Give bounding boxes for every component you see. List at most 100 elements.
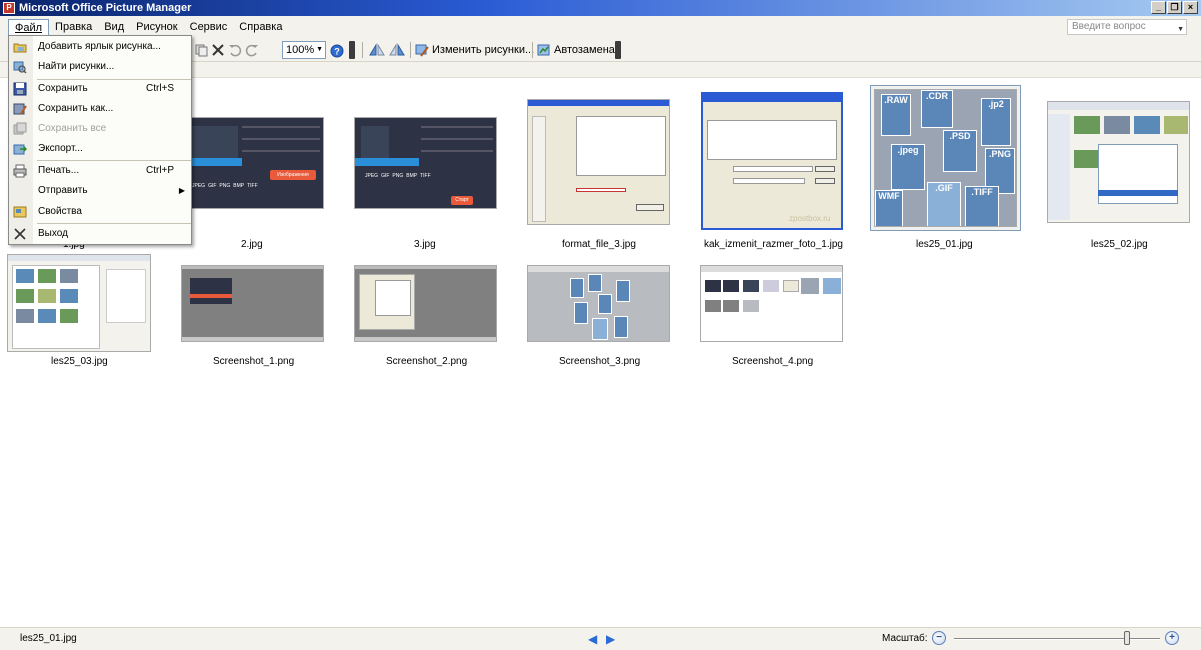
undo-icon[interactable] [228,43,242,57]
toolbar-grip[interactable] [349,41,355,59]
menu-item-label: Печать... [38,165,80,176]
format-label: JPEG [192,183,206,189]
rotate-right-icon[interactable] [389,43,405,57]
close-window-button[interactable]: × [1183,1,1198,14]
ask-question-input[interactable]: Введите вопрос ▼ [1067,19,1187,35]
close-icon [14,228,26,240]
minimize-button[interactable]: _ [1151,1,1166,14]
autocorrect-label: Автозамена [554,44,615,56]
toolbar-separator [362,42,363,58]
app-icon: P [3,2,15,14]
redo-icon[interactable] [245,43,259,57]
thumbnail-item-selected[interactable]: .RAW .CDR .jp2 .PSD .jpeg .PNG WMF .GIF … [870,85,1021,253]
menu-picture[interactable]: Рисунок [130,19,184,35]
menu-item-label: Сохранить как... [38,103,114,114]
thumbnail-image [7,254,151,352]
menu-edit[interactable]: Правка [49,19,98,35]
format-label: TIFF [420,173,431,179]
print-icon [13,164,27,178]
thumbnail-item[interactable]: les25_03.jpg [7,254,151,374]
format-label: BMP [406,173,418,179]
thumbnail-item[interactable]: les25_02.jpg [1047,87,1190,257]
menu-item-label: Выход [38,228,68,239]
toolbar-grip[interactable] [615,41,621,59]
help-icon[interactable]: ? [330,44,344,58]
thumbnail-item[interactable]: Screenshot_4.png [700,265,843,375]
thumbnail-caption: Screenshot_2.png [386,356,468,367]
thumbnail-image [527,99,670,225]
copy-icon[interactable] [194,43,208,57]
zoom-slider-thumb[interactable] [1124,631,1131,645]
thumbnail-item[interactable]: Screenshot_1.png [181,265,324,375]
thumbnail-item[interactable]: Screenshot_3.png [527,265,670,375]
title-bar: P Microsoft Office Picture Manager _ ❐ × [0,0,1201,16]
format-label: GIF [381,173,390,179]
thumbnail-item[interactable]: Screenshot_2.png [354,265,497,375]
chevron-down-icon: ▼ [316,46,323,53]
format-buttons: JPEG GIF PNG BMP TIFF [192,183,282,193]
properties-icon [13,206,27,218]
current-file-name: les25_01.jpg [20,633,77,644]
menu-item-label: Отправить [38,185,88,196]
menu-item-shortcut: Ctrl+S [146,83,175,94]
convert-badge: Изображения [270,170,316,180]
rotate-left-icon[interactable] [369,43,385,57]
delete-icon[interactable] [211,43,225,57]
thumbnail-image: zpostbox.ru [701,92,843,230]
zoom-in-button[interactable]: + [1165,631,1179,645]
menu-item-save[interactable]: Сохранить Ctrl+S [9,79,191,99]
status-bar: les25_01.jpg ◀ ▶ Масштаб: − + [0,627,1201,650]
menu-item-exit[interactable]: Выход [9,224,191,244]
format-label: GIF [208,183,217,189]
edit-pictures-button[interactable]: Изменить рисунки... [415,42,534,58]
menu-item-find-pictures[interactable]: Найти рисунки... [9,57,191,77]
menu-item-print[interactable]: Печать... Ctrl+P [9,161,191,181]
file-menu-dropdown: Добавить ярлык рисунка... Найти рисунки.… [8,35,192,245]
format-tile: .RAW [881,94,911,136]
format-buttons: JPEG GIF PNG BMP TIFF [365,173,455,183]
thumbnail-image: JPEG GIF PNG BMP TIFF Старт [354,117,497,209]
autocorrect-icon [537,44,550,56]
restore-button[interactable]: ❐ [1167,1,1182,14]
format-tile: .jp2 [981,98,1011,146]
autocorrect-button[interactable]: Автозамена [537,42,615,58]
format-tile: .TIFF [965,186,999,226]
menu-help[interactable]: Справка [233,19,288,35]
find-pictures-icon [13,61,27,74]
window-controls: _ ❐ × [1151,1,1198,14]
format-tile: .jpeg [891,144,925,190]
format-label: BMP [233,183,245,189]
menu-item-label: Свойства [38,206,82,217]
thumbnail-caption: format_file_3.jpg [562,239,636,250]
previous-picture-button[interactable]: ◀ [588,632,597,646]
format-label: PNG [392,173,404,179]
start-badge: Старт [451,196,473,205]
menu-item-add-shortcut[interactable]: Добавить ярлык рисунка... [9,37,191,57]
svg-text:?: ? [334,47,340,57]
menu-file[interactable]: Файл [8,18,50,36]
menu-item-label: Добавить ярлык рисунка... [38,41,161,52]
thumbnail-item[interactable]: Изображения JPEG GIF PNG BMP TIFF 2.jpg [181,87,324,257]
format-label: PNG [219,183,231,189]
menu-item-send[interactable]: Отправить ▶ [9,181,191,201]
edit-pictures-label: Изменить рисунки... [432,44,535,56]
menu-tools[interactable]: Сервис [184,19,234,35]
zoom-out-button[interactable]: − [932,631,946,645]
menu-item-label: Сохранить все [38,123,107,134]
thumbnail-image: .RAW .CDR .jp2 .PSD .jpeg .PNG WMF .GIF … [874,89,1017,227]
thumbnail-item[interactable]: JPEG GIF PNG BMP TIFF Старт 3.jpg [354,87,497,257]
menu-item-properties[interactable]: Свойства [9,202,191,222]
menu-item-save-as[interactable]: Сохранить как... [9,99,191,119]
menu-view[interactable]: Вид [98,19,130,35]
menu-item-shortcut: Ctrl+P [146,165,175,176]
next-picture-button[interactable]: ▶ [606,632,615,646]
zoom-select[interactable]: 100% ▼ [282,41,326,59]
menu-item-label: Найти рисунки... [38,61,115,72]
menu-item-label: Сохранить [38,83,88,94]
chevron-right-icon: ▶ [178,186,185,195]
thumbnail-caption: 3.jpg [414,239,436,250]
thumbnail-item[interactable]: zpostbox.ru kak_izmenit_razmer_foto_1.jp… [700,87,843,257]
thumbnail-caption: les25_02.jpg [1091,239,1148,250]
thumbnail-item[interactable]: format_file_3.jpg [527,87,670,257]
menu-item-export[interactable]: Экспорт... [9,139,191,159]
